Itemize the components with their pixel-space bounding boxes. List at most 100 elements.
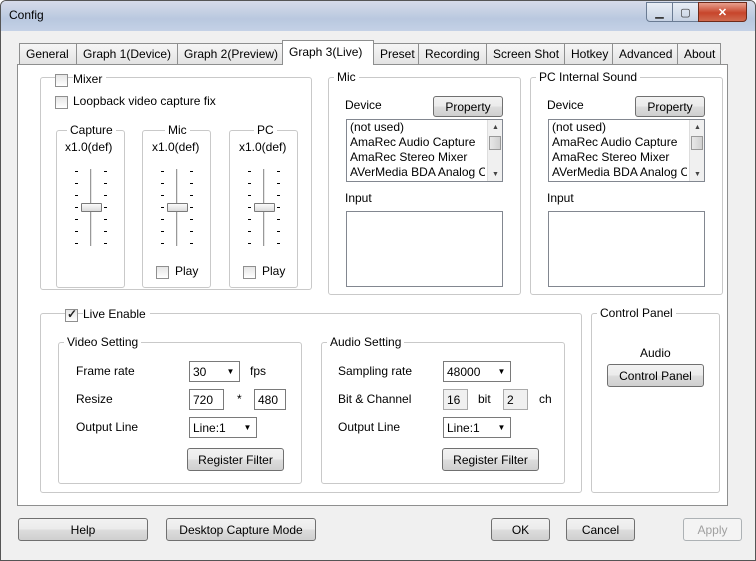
video-output-line-value: Line:1 <box>193 421 226 435</box>
tab-graph1[interactable]: Graph 1(Device) <box>76 43 178 64</box>
tab-label: Preset <box>380 47 415 61</box>
capture-group: Capture x1.0(def) <box>56 123 125 288</box>
mic-device-list[interactable]: (not used) AmaRec Audio Capture AmaRec S… <box>346 119 503 182</box>
control-panel-title: Control Panel <box>597 306 676 320</box>
frame-rate-select[interactable]: 30 ▼ <box>189 361 240 382</box>
list-item[interactable]: AmaRec Audio Capture <box>347 135 485 150</box>
mic-gain-label: Mic <box>165 123 190 137</box>
capture-gain-value: x1.0(def) <box>65 140 113 154</box>
tab-general[interactable]: General <box>19 43 77 64</box>
mixer-checkbox[interactable] <box>55 74 68 87</box>
tab-screen-shot[interactable]: Screen Shot <box>486 43 565 64</box>
list-item[interactable]: AVerMedia BDA Analog C <box>549 165 687 180</box>
mic-property-button[interactable]: Property <box>433 96 503 117</box>
sampling-rate-label: Sampling rate <box>338 364 413 378</box>
mixer-group: Mixer Loopback video capture fix Capture… <box>40 72 312 290</box>
slider-thumb[interactable] <box>254 203 275 212</box>
tab-graph2[interactable]: Graph 2(Preview) <box>177 43 284 64</box>
maximize-button[interactable]: ▢ <box>672 2 699 22</box>
mic-play-label: Play <box>175 264 199 278</box>
scrollbar[interactable]: ▲ ▼ <box>487 120 502 181</box>
capture-slider[interactable] <box>71 169 111 259</box>
help-button[interactable]: Help <box>18 518 148 541</box>
live-enable-label: Live Enable <box>83 307 150 321</box>
tab-about[interactable]: About <box>677 43 721 64</box>
scroll-down-icon[interactable]: ▼ <box>488 167 502 181</box>
tab-recording[interactable]: Recording <box>418 43 487 64</box>
mic-play-checkbox[interactable] <box>156 266 169 279</box>
pc-slider[interactable] <box>244 169 284 259</box>
tab-label: Hotkey <box>571 47 609 61</box>
audio-setting-group: Audio Setting Sampling rate 48000 ▼ Bit … <box>321 335 565 484</box>
live-group: Live Enable Video Setting Frame rate 30 … <box>40 307 582 493</box>
pc-play-label: Play <box>262 264 286 278</box>
apply-button[interactable]: Apply <box>683 518 742 541</box>
slider-thumb[interactable] <box>167 203 188 212</box>
list-item[interactable]: AmaRec Audio Capture <box>549 135 687 150</box>
ok-button[interactable]: OK <box>491 518 550 541</box>
chevron-down-icon: ▼ <box>243 423 252 432</box>
scroll-up-icon[interactable]: ▲ <box>488 120 502 134</box>
tab-graph3[interactable]: Graph 3(Live) <box>282 40 374 65</box>
pc-device-list[interactable]: (not used) AmaRec Audio Capture AmaRec S… <box>548 119 705 182</box>
resize-height-input[interactable]: 480 <box>254 389 286 410</box>
pc-input-box[interactable] <box>548 211 705 287</box>
close-button[interactable]: ✕ <box>698 2 747 22</box>
minimize-button[interactable]: ▁ <box>646 2 673 22</box>
tab-hotkey[interactable]: Hotkey <box>564 43 613 64</box>
frame-rate-value: 30 <box>193 365 207 379</box>
sampling-rate-value: 48000 <box>447 365 481 379</box>
list-item[interactable]: AmaRec Stereo Mixer <box>347 150 485 165</box>
scrollbar[interactable]: ▲ ▼ <box>689 120 704 181</box>
live-enable-checkbox[interactable] <box>65 307 78 322</box>
close-icon: ✕ <box>717 6 728 19</box>
control-panel-audio-label: Audio <box>640 346 671 360</box>
mic-input-box[interactable] <box>346 211 503 287</box>
pc-property-button[interactable]: Property <box>635 96 705 117</box>
slider-thumb[interactable] <box>81 203 102 212</box>
mic-device-group: Mic Device Property (not used) AmaRec Au… <box>328 70 521 295</box>
sampling-rate-select[interactable]: 48000 ▼ <box>443 361 511 382</box>
scroll-thumb[interactable] <box>489 136 501 150</box>
list-item[interactable]: AmaRec Stereo Mixer <box>549 150 687 165</box>
desktop-capture-mode-button[interactable]: Desktop Capture Mode <box>166 518 316 541</box>
tab-label: About <box>684 47 716 61</box>
list-item[interactable]: (not used) <box>347 120 485 135</box>
pc-input-label: Input <box>547 191 574 205</box>
title-bar[interactable]: Config ▁ ▢ ✕ <box>1 1 755 31</box>
mic-group-title: Mic <box>334 70 359 84</box>
channel-field: 2 <box>503 389 528 410</box>
scroll-up-icon[interactable]: ▲ <box>690 120 704 134</box>
cancel-button[interactable]: Cancel <box>566 518 635 541</box>
maximize-icon: ▢ <box>680 6 691 19</box>
tab-preset[interactable]: Preset <box>373 43 419 64</box>
loopback-checkbox[interactable] <box>55 96 68 109</box>
audio-output-line-select[interactable]: Line:1 ▼ <box>443 417 511 438</box>
frame-rate-label: Frame rate <box>76 364 135 378</box>
pc-group-title: PC Internal Sound <box>536 70 641 84</box>
window-title: Config <box>9 8 44 22</box>
mic-slider[interactable] <box>157 169 197 259</box>
list-item[interactable]: AVerMedia BDA Analog C <box>347 165 485 180</box>
tab-advanced[interactable]: Advanced <box>612 43 678 64</box>
pc-gain-value: x1.0(def) <box>239 140 287 154</box>
control-panel-button[interactable]: Control Panel <box>607 364 704 387</box>
resize-width-input[interactable]: 720 <box>189 389 224 410</box>
tab-panel: Mixer Loopback video capture fix Capture… <box>17 64 728 506</box>
video-output-line-label: Output Line <box>76 420 139 434</box>
tab-label: Recording <box>425 47 480 61</box>
scroll-thumb[interactable] <box>691 136 703 150</box>
pc-device-label: Device <box>547 98 584 112</box>
scroll-down-icon[interactable]: ▼ <box>690 167 704 181</box>
mixer-label: Mixer <box>73 72 107 86</box>
video-output-line-select[interactable]: Line:1 ▼ <box>189 417 257 438</box>
fps-unit: fps <box>250 364 267 378</box>
pc-play-checkbox[interactable] <box>243 266 256 279</box>
pc-gain-group: PC x1.0(def) Play <box>229 123 298 288</box>
video-register-filter-button[interactable]: Register Filter <box>187 448 284 471</box>
audio-register-filter-button[interactable]: Register Filter <box>442 448 539 471</box>
loopback-label: Loopback video capture fix <box>73 94 216 108</box>
control-panel-group: Control Panel Audio Control Panel <box>591 306 720 493</box>
resize-times-label: * <box>237 392 242 406</box>
list-item[interactable]: (not used) <box>549 120 687 135</box>
